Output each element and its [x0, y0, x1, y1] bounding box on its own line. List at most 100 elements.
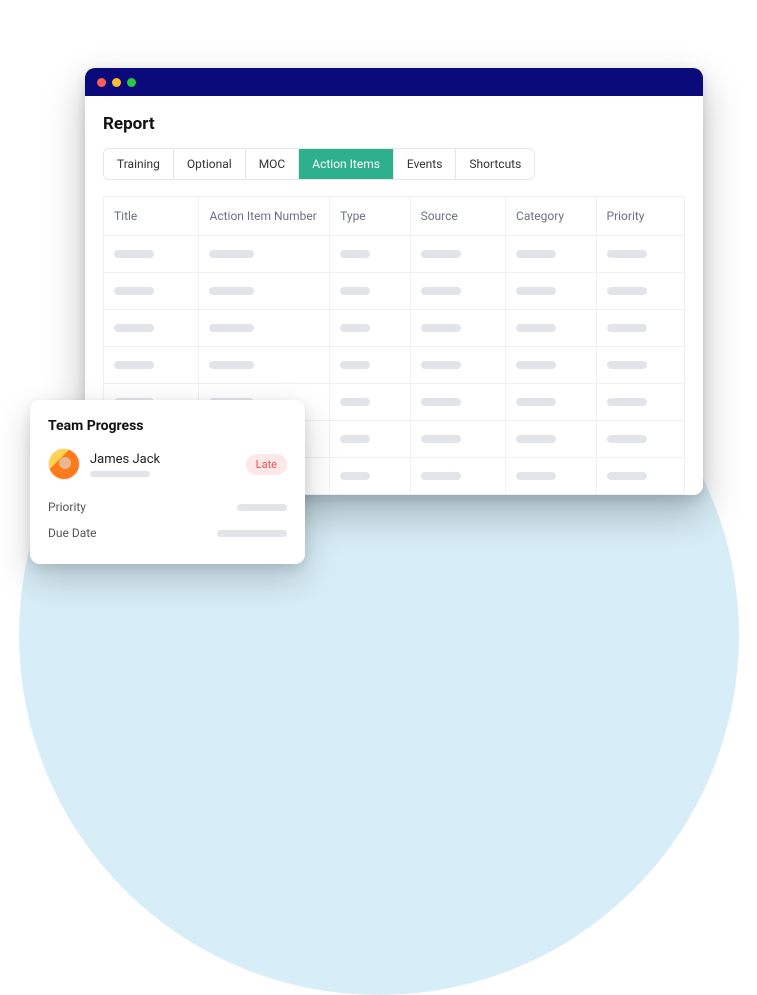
- table-cell: [410, 310, 505, 347]
- table-cell: [506, 384, 596, 421]
- priority-value-placeholder: [237, 504, 287, 511]
- table-cell: [330, 421, 410, 458]
- cell-placeholder: [421, 250, 461, 258]
- page-title: Report: [103, 114, 685, 134]
- tab-shortcuts[interactable]: Shortcuts: [456, 149, 534, 179]
- cell-placeholder: [340, 250, 370, 258]
- table-cell: [199, 310, 330, 347]
- col-source[interactable]: Source: [410, 197, 505, 236]
- tab-optional[interactable]: Optional: [174, 149, 246, 179]
- cell-placeholder: [114, 250, 154, 258]
- cell-placeholder: [209, 250, 254, 258]
- cell-placeholder: [516, 250, 556, 258]
- cell-placeholder: [607, 361, 647, 369]
- cell-placeholder: [340, 472, 370, 480]
- tab-moc[interactable]: MOC: [246, 149, 300, 179]
- cell-placeholder: [421, 435, 461, 443]
- table-cell: [506, 347, 596, 384]
- cell-placeholder: [516, 472, 556, 480]
- table-cell: [506, 421, 596, 458]
- table-cell: [330, 310, 410, 347]
- table-header-row: Title Action Item Number Type Source Cat…: [104, 197, 685, 236]
- cell-placeholder: [421, 472, 461, 480]
- tab-training[interactable]: Training: [104, 149, 174, 179]
- tab-events[interactable]: Events: [394, 149, 457, 179]
- col-action-item-number[interactable]: Action Item Number: [199, 197, 330, 236]
- window-titlebar: [85, 68, 703, 96]
- cell-placeholder: [114, 287, 154, 295]
- cell-placeholder: [114, 361, 154, 369]
- table-cell: [330, 236, 410, 273]
- table-cell: [104, 347, 199, 384]
- table-cell: [410, 236, 505, 273]
- window-minimize-icon[interactable]: [112, 78, 121, 87]
- status-badge: Late: [246, 454, 287, 475]
- cell-placeholder: [340, 361, 370, 369]
- table-cell: [596, 310, 685, 347]
- cell-placeholder: [340, 435, 370, 443]
- col-priority[interactable]: Priority: [596, 197, 685, 236]
- tab-action-items[interactable]: Action Items: [299, 149, 394, 179]
- table-cell: [104, 236, 199, 273]
- cell-placeholder: [607, 250, 647, 258]
- avatar: [48, 448, 80, 480]
- table-cell: [104, 310, 199, 347]
- table-cell: [410, 384, 505, 421]
- table-cell: [506, 273, 596, 310]
- report-tabs: Training Optional MOC Action Items Event…: [103, 148, 535, 180]
- info-row-due-date: Due Date: [48, 520, 287, 546]
- table-cell: [410, 273, 505, 310]
- table-cell: [330, 347, 410, 384]
- window-maximize-icon[interactable]: [127, 78, 136, 87]
- table-cell: [596, 421, 685, 458]
- col-type[interactable]: Type: [330, 197, 410, 236]
- table-cell: [330, 458, 410, 495]
- team-progress-title: Team Progress: [48, 418, 287, 434]
- cell-placeholder: [421, 287, 461, 295]
- table-row[interactable]: [104, 347, 685, 384]
- cell-placeholder: [209, 324, 254, 332]
- table-cell: [410, 347, 505, 384]
- cell-placeholder: [421, 361, 461, 369]
- cell-placeholder: [209, 287, 254, 295]
- table-cell: [199, 236, 330, 273]
- table-cell: [506, 458, 596, 495]
- table-row[interactable]: [104, 273, 685, 310]
- cell-placeholder: [340, 324, 370, 332]
- cell-placeholder: [516, 435, 556, 443]
- cell-placeholder: [209, 361, 254, 369]
- cell-placeholder: [607, 398, 647, 406]
- cell-placeholder: [516, 398, 556, 406]
- cell-placeholder: [114, 324, 154, 332]
- cell-placeholder: [516, 361, 556, 369]
- info-label-priority: Priority: [48, 500, 86, 514]
- cell-placeholder: [340, 398, 370, 406]
- table-row[interactable]: [104, 310, 685, 347]
- window-close-icon[interactable]: [97, 78, 106, 87]
- cell-placeholder: [516, 287, 556, 295]
- table-cell: [104, 273, 199, 310]
- table-cell: [596, 273, 685, 310]
- table-cell: [410, 421, 505, 458]
- table-cell: [199, 273, 330, 310]
- cell-placeholder: [340, 287, 370, 295]
- table-cell: [330, 273, 410, 310]
- table-row[interactable]: [104, 236, 685, 273]
- info-row-priority: Priority: [48, 494, 287, 520]
- cell-placeholder: [421, 324, 461, 332]
- team-member-row[interactable]: James Jack Late: [48, 448, 287, 480]
- member-name: James Jack: [90, 452, 236, 467]
- member-info: James Jack: [90, 452, 236, 477]
- table-cell: [596, 384, 685, 421]
- col-title[interactable]: Title: [104, 197, 199, 236]
- table-cell: [596, 236, 685, 273]
- cell-placeholder: [421, 398, 461, 406]
- team-progress-card: Team Progress James Jack Late Priority D…: [30, 400, 305, 564]
- cell-placeholder: [516, 324, 556, 332]
- col-category[interactable]: Category: [506, 197, 596, 236]
- table-cell: [410, 458, 505, 495]
- table-cell: [330, 384, 410, 421]
- table-cell: [596, 347, 685, 384]
- cell-placeholder: [607, 324, 647, 332]
- table-cell: [596, 458, 685, 495]
